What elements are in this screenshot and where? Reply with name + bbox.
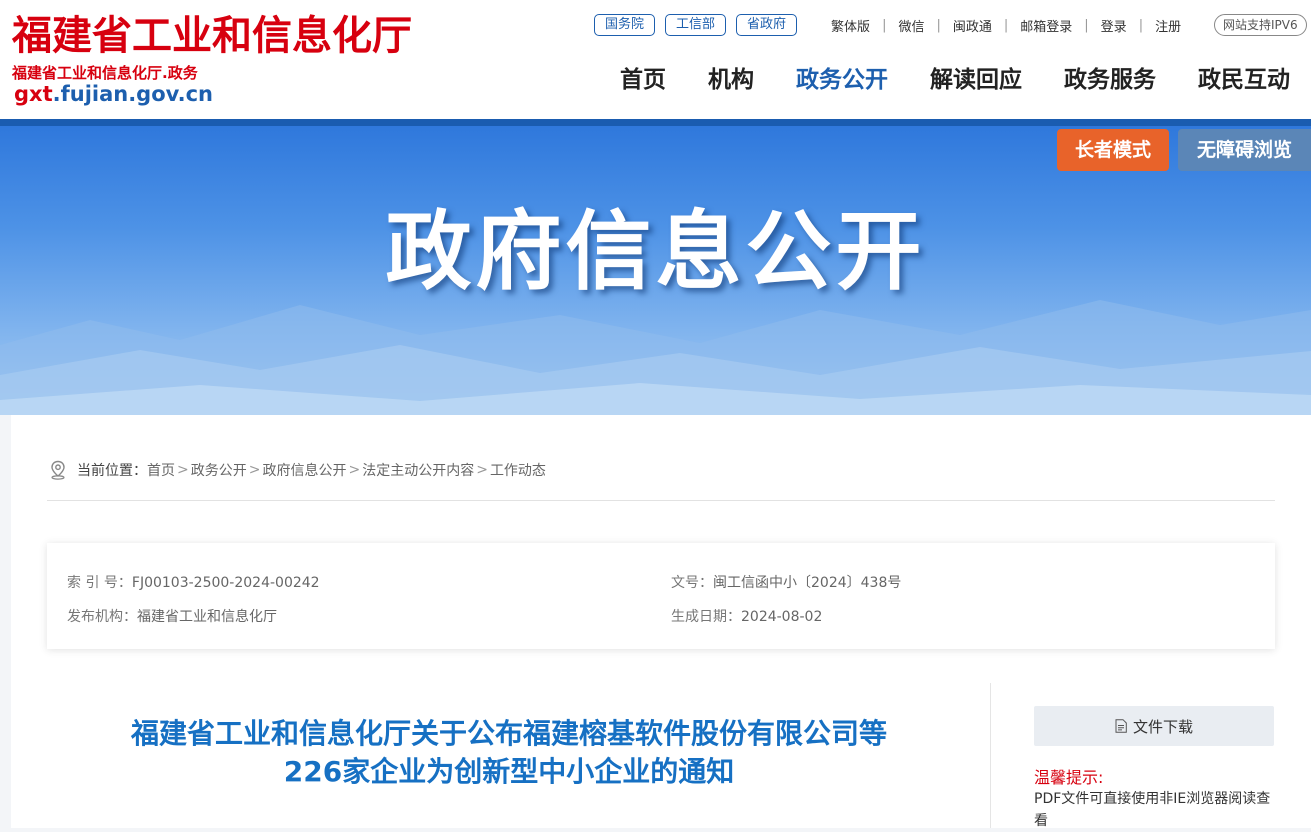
site-domain: gxt.fujian.gov.cn bbox=[14, 82, 213, 106]
top-links: 国务院 工信部 省政府 繁体版 | 微信 | 闽政通 | 邮箱登录 | 登录 |… bbox=[594, 14, 1181, 36]
meta-publisher: 发布机构：福建省工业和信息化厅 bbox=[67, 606, 277, 626]
article-title-line-1: 福建省工业和信息化厅关于公布福建榕基软件股份有限公司等 bbox=[130, 717, 887, 750]
breadcrumb-separator: > bbox=[248, 462, 261, 478]
breadcrumb-gov-affairs[interactable]: 政务公开 bbox=[191, 460, 247, 480]
elder-mode-button[interactable]: 长者模式 bbox=[1057, 129, 1169, 171]
breadcrumb-statutory[interactable]: 法定主动公开内容 bbox=[362, 460, 474, 480]
utility-links: 繁体版 | 微信 | 闽政通 | 邮箱登录 | 登录 | 注册 bbox=[831, 16, 1181, 35]
breadcrumb-gov-info[interactable]: 政府信息公开 bbox=[262, 460, 346, 480]
divider: | bbox=[882, 17, 887, 33]
link-shengzhengfu[interactable]: 省政府 bbox=[736, 14, 798, 36]
link-minzhengtong[interactable]: 闽政通 bbox=[953, 16, 992, 35]
divider: | bbox=[1003, 17, 1009, 33]
meta-index-value: FJ00103-2500-2024-00242 bbox=[131, 575, 320, 591]
breadcrumb-label: 当前位置： bbox=[77, 463, 147, 479]
divider: | bbox=[1138, 17, 1144, 33]
breadcrumb: 当前位置： 首页 > 政务公开 > 政府信息公开 > 法定主动公开内容 > 工作动态 bbox=[49, 460, 546, 480]
meta-publisher-label: 发布机构： bbox=[67, 609, 137, 625]
banner-title: 政府信息公开 bbox=[385, 202, 926, 302]
file-download-button[interactable]: 文件下载 bbox=[1034, 706, 1274, 746]
breadcrumb-home[interactable]: 首页 bbox=[147, 460, 175, 480]
article-title-line-2: 226家企业为创新型中小企业的通知 bbox=[283, 755, 735, 788]
main-nav: 首页 机构 政务公开 解读回应 政务服务 政民互动 bbox=[620, 62, 1311, 98]
meta-date-value: 2024-08-02 bbox=[741, 609, 823, 625]
breadcrumb-work-news[interactable]: 工作动态 bbox=[490, 460, 546, 480]
divider bbox=[47, 500, 1275, 501]
document-meta-card: 索 引 号：FJ00103-2500-2024-00242 文号：闽工信函中小〔… bbox=[47, 543, 1275, 649]
nav-government-affairs[interactable]: 政务公开 bbox=[796, 62, 888, 98]
meta-date: 生成日期：2024-08-02 bbox=[671, 606, 822, 626]
nav-interaction[interactable]: 政民互动 bbox=[1198, 62, 1290, 98]
site-domain-rest: .fujian.gov.cn bbox=[52, 82, 213, 106]
breadcrumb-separator: > bbox=[177, 462, 189, 478]
meta-index-number: 索 引 号：FJ00103-2500-2024-00242 bbox=[67, 572, 320, 592]
meta-publisher-value: 福建省工业和信息化厅 bbox=[137, 609, 277, 625]
tip-title: 温馨提示: bbox=[1034, 768, 1104, 787]
ipv6-badge: 网站支持IPV6 bbox=[1214, 14, 1307, 36]
link-traditional[interactable]: 繁体版 bbox=[831, 16, 870, 35]
nav-home[interactable]: 首页 bbox=[620, 62, 666, 98]
site-logo-subtitle: 福建省工业和信息化厅.政务 bbox=[12, 64, 198, 82]
site-header: 福建省工业和信息化厅 福建省工业和信息化厅.政务 gxt.fujian.gov.… bbox=[0, 0, 1311, 119]
meta-index-label: 索 引 号： bbox=[67, 575, 132, 591]
link-register[interactable]: 注册 bbox=[1155, 16, 1181, 35]
nav-interpretation[interactable]: 解读回应 bbox=[930, 62, 1022, 98]
link-guowuyuan[interactable]: 国务院 bbox=[594, 14, 656, 36]
meta-doc-label: 文号： bbox=[671, 575, 713, 591]
link-mail-login[interactable]: 邮箱登录 bbox=[1020, 16, 1072, 35]
banner-top-border bbox=[0, 119, 1311, 126]
nav-organization[interactable]: 机构 bbox=[708, 62, 754, 98]
link-gongxinbu[interactable]: 工信部 bbox=[665, 14, 727, 36]
main-content: 当前位置： 首页 > 政务公开 > 政府信息公开 > 法定主动公开内容 > 工作动态 索… bbox=[11, 415, 1311, 829]
divider: | bbox=[936, 17, 941, 33]
site-domain-prefix: gxt bbox=[14, 82, 53, 106]
link-login[interactable]: 登录 bbox=[1101, 16, 1127, 35]
article-title: 福建省工业和信息化厅关于公布福建榕基软件股份有限公司等 226家企业为创新型中小… bbox=[47, 715, 971, 791]
column-divider bbox=[990, 683, 991, 828]
divider: | bbox=[1084, 17, 1089, 33]
link-wechat[interactable]: 微信 bbox=[898, 16, 924, 35]
tip-text: PDF文件可直接使用非IE浏览器阅读查看 bbox=[1034, 791, 1271, 829]
location-pin-icon bbox=[51, 460, 65, 480]
meta-doc-value: 闽工信函中小〔2024〕438号 bbox=[713, 575, 902, 591]
meta-date-label: 生成日期： bbox=[671, 609, 741, 625]
breadcrumb-separator: > bbox=[476, 462, 488, 478]
breadcrumb-separator: > bbox=[348, 462, 361, 478]
site-logo-title[interactable]: 福建省工业和信息化厅 bbox=[12, 12, 412, 60]
accessibility-button[interactable]: 无障碍浏览 bbox=[1178, 129, 1311, 171]
meta-doc-number: 文号：闽工信函中小〔2024〕438号 bbox=[671, 572, 901, 592]
document-icon bbox=[1115, 719, 1127, 733]
file-download-label: 文件下载 bbox=[1132, 717, 1193, 736]
nav-services[interactable]: 政务服务 bbox=[1064, 62, 1156, 98]
